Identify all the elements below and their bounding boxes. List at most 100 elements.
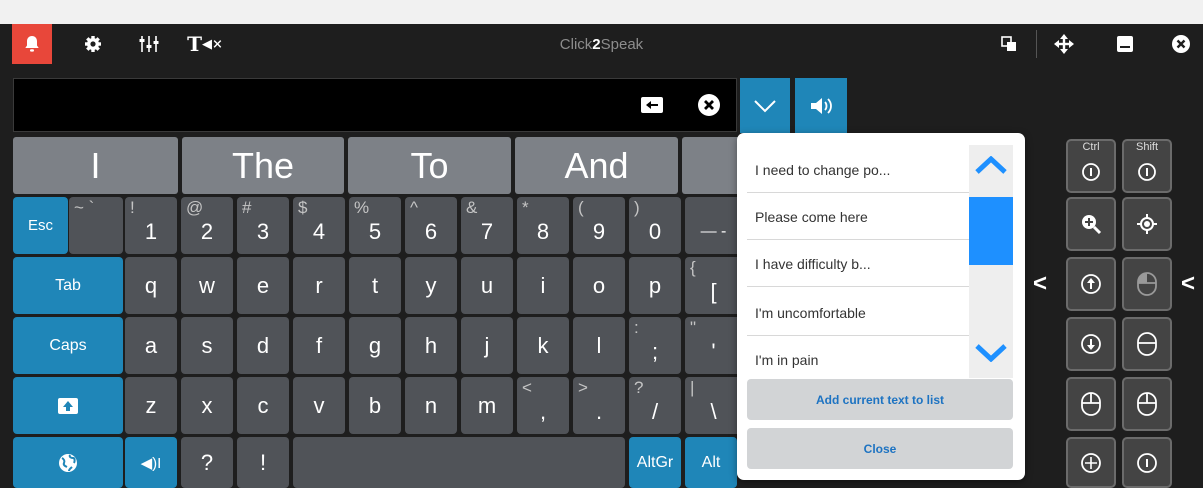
close-button[interactable]: Close (747, 428, 1013, 469)
key-a[interactable]: a (125, 317, 177, 374)
key-p[interactable]: p (629, 257, 681, 314)
key-5[interactable]: % 5 (349, 197, 401, 254)
key-e[interactable]: e (237, 257, 289, 314)
key-f[interactable]: f (293, 317, 345, 374)
key-x[interactable]: x (181, 377, 233, 434)
move-icon[interactable] (1050, 24, 1078, 64)
question-key[interactable]: ? (181, 437, 233, 488)
key-w[interactable]: w (181, 257, 233, 314)
tab-key[interactable]: Tab (13, 257, 123, 314)
word-prediction[interactable]: And (515, 137, 678, 194)
add-text-button[interactable]: Add current text to list (747, 379, 1013, 420)
copy-icon[interactable] (996, 24, 1022, 64)
close-circle-icon[interactable] (698, 94, 720, 121)
slash-key[interactable]: ? / (629, 377, 681, 434)
phrase-item[interactable]: I need to change po... (747, 147, 969, 193)
text-input[interactable] (13, 78, 737, 132)
key-b[interactable]: b (349, 377, 401, 434)
key-i[interactable]: i (517, 257, 569, 314)
tilde-key[interactable]: ~ ` (69, 197, 123, 254)
scroll-up-arrow-icon[interactable] (969, 145, 1013, 185)
phrase-item[interactable]: I have difficulty b... (747, 241, 969, 287)
shift-up-icon[interactable] (13, 377, 123, 434)
gear-icon[interactable] (80, 24, 106, 64)
collapse-arrow[interactable]: < (1181, 270, 1195, 298)
scrollbar-thumb[interactable] (969, 197, 1013, 265)
key-2[interactable]: @2 (181, 197, 233, 254)
key-j[interactable]: j (461, 317, 513, 374)
key-h[interactable]: h (405, 317, 457, 374)
mouse-2-icon[interactable] (1066, 377, 1116, 431)
collapse-arrow[interactable]: < (1033, 270, 1047, 298)
word-prediction[interactable]: I (13, 137, 178, 194)
key-l[interactable]: l (573, 317, 625, 374)
mouse-right-icon[interactable] (1122, 317, 1172, 371)
bracket-key[interactable]: {[ (685, 257, 742, 314)
speak-cursor-icon[interactable]: ◀)I (125, 437, 177, 488)
key-m[interactable]: m (461, 377, 513, 434)
key-v[interactable]: v (293, 377, 345, 434)
key-t[interactable]: t (349, 257, 401, 314)
phrase-item[interactable]: I'm uncomfortable (747, 290, 969, 336)
esc-key[interactable]: Esc (13, 197, 68, 254)
quote-key[interactable]: " ' (685, 317, 742, 374)
speaker-icon[interactable] (795, 78, 847, 133)
caps-key[interactable]: Caps (13, 317, 123, 374)
alt-key[interactable]: Alt (685, 437, 737, 488)
mouse-left-icon[interactable] (1122, 257, 1172, 311)
key-o[interactable]: o (573, 257, 625, 314)
info-icon[interactable] (1122, 437, 1172, 488)
bell-icon[interactable] (12, 24, 52, 64)
key-r[interactable]: r (293, 257, 345, 314)
minimize-icon[interactable] (1112, 24, 1138, 64)
key-y[interactable]: y (405, 257, 457, 314)
key-d[interactable]: d (237, 317, 289, 374)
key-7[interactable]: & 7 (461, 197, 513, 254)
key-g[interactable]: g (349, 317, 401, 374)
move-cursor-icon[interactable] (1066, 437, 1116, 488)
word-prediction[interactable]: To (348, 137, 511, 194)
key-4[interactable]: $4 (293, 197, 345, 254)
key-n[interactable]: n (405, 377, 457, 434)
sliders-icon[interactable] (136, 24, 162, 64)
target-icon[interactable] (1122, 197, 1172, 251)
ctrl-key[interactable]: Ctrl (1066, 139, 1116, 193)
close-icon[interactable] (1168, 24, 1194, 64)
key-8[interactable]: * 8 (517, 197, 569, 254)
scroll-down-arrow-icon[interactable] (969, 333, 1013, 373)
period-key[interactable]: >. (573, 377, 625, 434)
text-mute-icon[interactable]: T ◀× (180, 24, 230, 64)
key-k[interactable]: k (517, 317, 569, 374)
key-1[interactable]: ! 1 (125, 197, 177, 254)
key-0[interactable]: ) 0 (629, 197, 681, 254)
key-c[interactable]: c (237, 377, 289, 434)
backslash-key[interactable]: | \ (685, 377, 742, 434)
zoom-in-icon[interactable] (1066, 197, 1116, 251)
key-s[interactable]: s (181, 317, 233, 374)
comma-key[interactable]: <, (517, 377, 569, 434)
key-q[interactable]: q (125, 257, 177, 314)
altgr-key[interactable]: AltGr (629, 437, 681, 488)
key-3[interactable]: #3 (237, 197, 289, 254)
space-key[interactable] (293, 437, 625, 488)
word-prediction[interactable] (682, 137, 742, 194)
phrase-item[interactable]: Please come here (747, 194, 969, 240)
phrase-item[interactable]: I'm in pain (747, 337, 969, 383)
divider (1036, 30, 1037, 58)
shift-key[interactable]: Shift (1122, 139, 1172, 193)
minus-key[interactable]: — - (685, 197, 742, 254)
backspace-icon[interactable] (641, 97, 663, 113)
semicolon-key[interactable]: :; (629, 317, 681, 374)
key-u[interactable]: u (461, 257, 513, 314)
key-z[interactable]: z (125, 377, 177, 434)
scroll-up-icon[interactable] (1066, 257, 1116, 311)
key-9[interactable]: (9 (573, 197, 625, 254)
globe-icon[interactable] (13, 437, 123, 488)
scroll-down-icon[interactable] (1066, 317, 1116, 371)
browser-chrome (0, 0, 1203, 24)
chevron-down-icon[interactable] (740, 78, 790, 133)
word-prediction[interactable]: The (182, 137, 344, 194)
key-6[interactable]: ^ 6 (405, 197, 457, 254)
mouse-3-icon[interactable] (1122, 377, 1172, 431)
exclamation-key[interactable]: ! (237, 437, 289, 488)
